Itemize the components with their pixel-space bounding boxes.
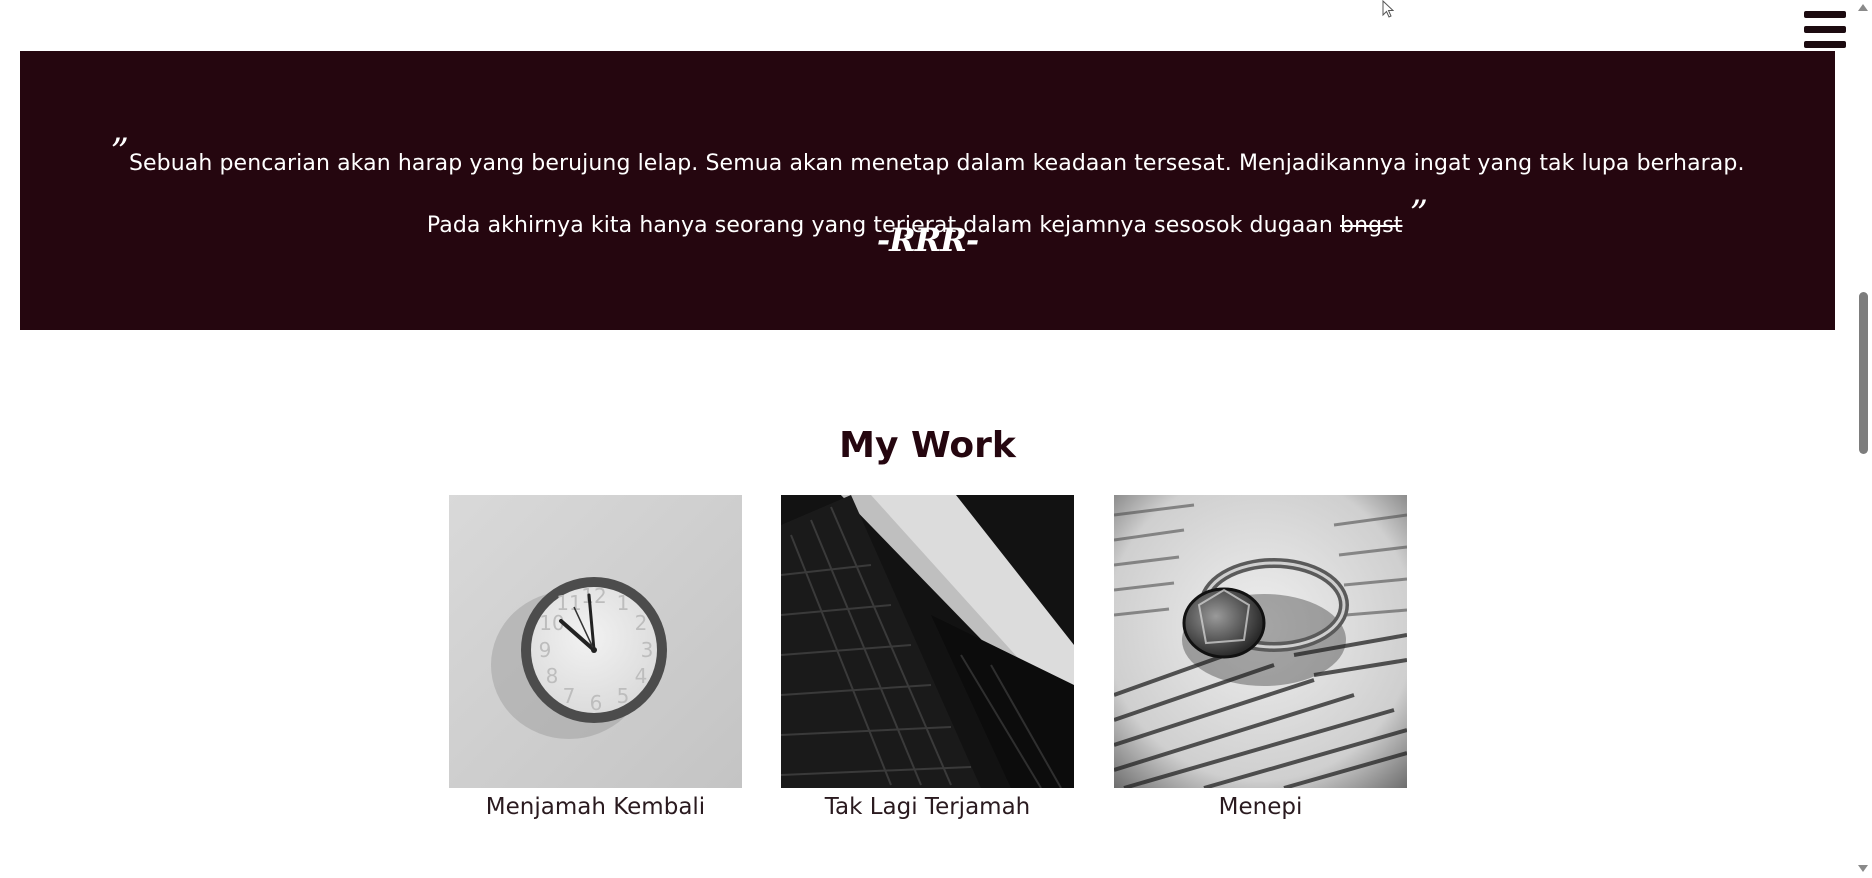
wall-clock-photo[interactable]: 12 1 2 3 4 5 6 7 8 9 10 11 [449,495,742,788]
svg-text:2: 2 [635,611,648,635]
work-caption[interactable]: Menepi [1114,794,1407,820]
scroll-up-arrow-icon[interactable] [1858,4,1868,11]
work-caption[interactable]: Menjamah Kembali [449,794,742,820]
scroll-down-arrow-icon[interactable] [1858,865,1868,872]
svg-text:5: 5 [617,684,630,708]
work-caption[interactable]: Tak Lagi Terjamah [781,794,1074,820]
quote-banner: ”Sebuah pencarian akan harap yang beruju… [20,51,1835,330]
vertical-scrollbar[interactable] [1855,0,1872,878]
scrollbar-thumb[interactable] [1859,292,1868,454]
svg-text:1: 1 [617,591,630,615]
building-photo[interactable] [781,495,1074,788]
quote-author: -RRR- [876,221,979,259]
work-item-menepi[interactable]: Menepi [1114,495,1407,820]
svg-text:6: 6 [590,691,603,715]
svg-text:8: 8 [546,664,559,688]
open-quote-mark: ” [110,132,129,173]
page: ”Sebuah pencarian akan harap yang beruju… [0,0,1872,878]
hamburger-menu-icon[interactable] [1804,9,1846,51]
mouse-cursor-icon [1382,0,1394,18]
work-item-menjamah-kembali[interactable]: 12 1 2 3 4 5 6 7 8 9 10 11 Menjamah Kemb… [449,495,742,820]
svg-text:11: 11 [556,591,581,615]
svg-text:9: 9 [539,638,552,662]
ring-on-book-photo[interactable] [1114,495,1407,788]
svg-text:4: 4 [635,664,648,688]
svg-text:7: 7 [563,684,576,708]
my-work-title: My Work [839,425,1016,466]
svg-text:3: 3 [641,638,654,662]
work-item-tak-lagi-terjamah[interactable]: Tak Lagi Terjamah [781,495,1074,820]
svg-text:12: 12 [581,584,606,608]
